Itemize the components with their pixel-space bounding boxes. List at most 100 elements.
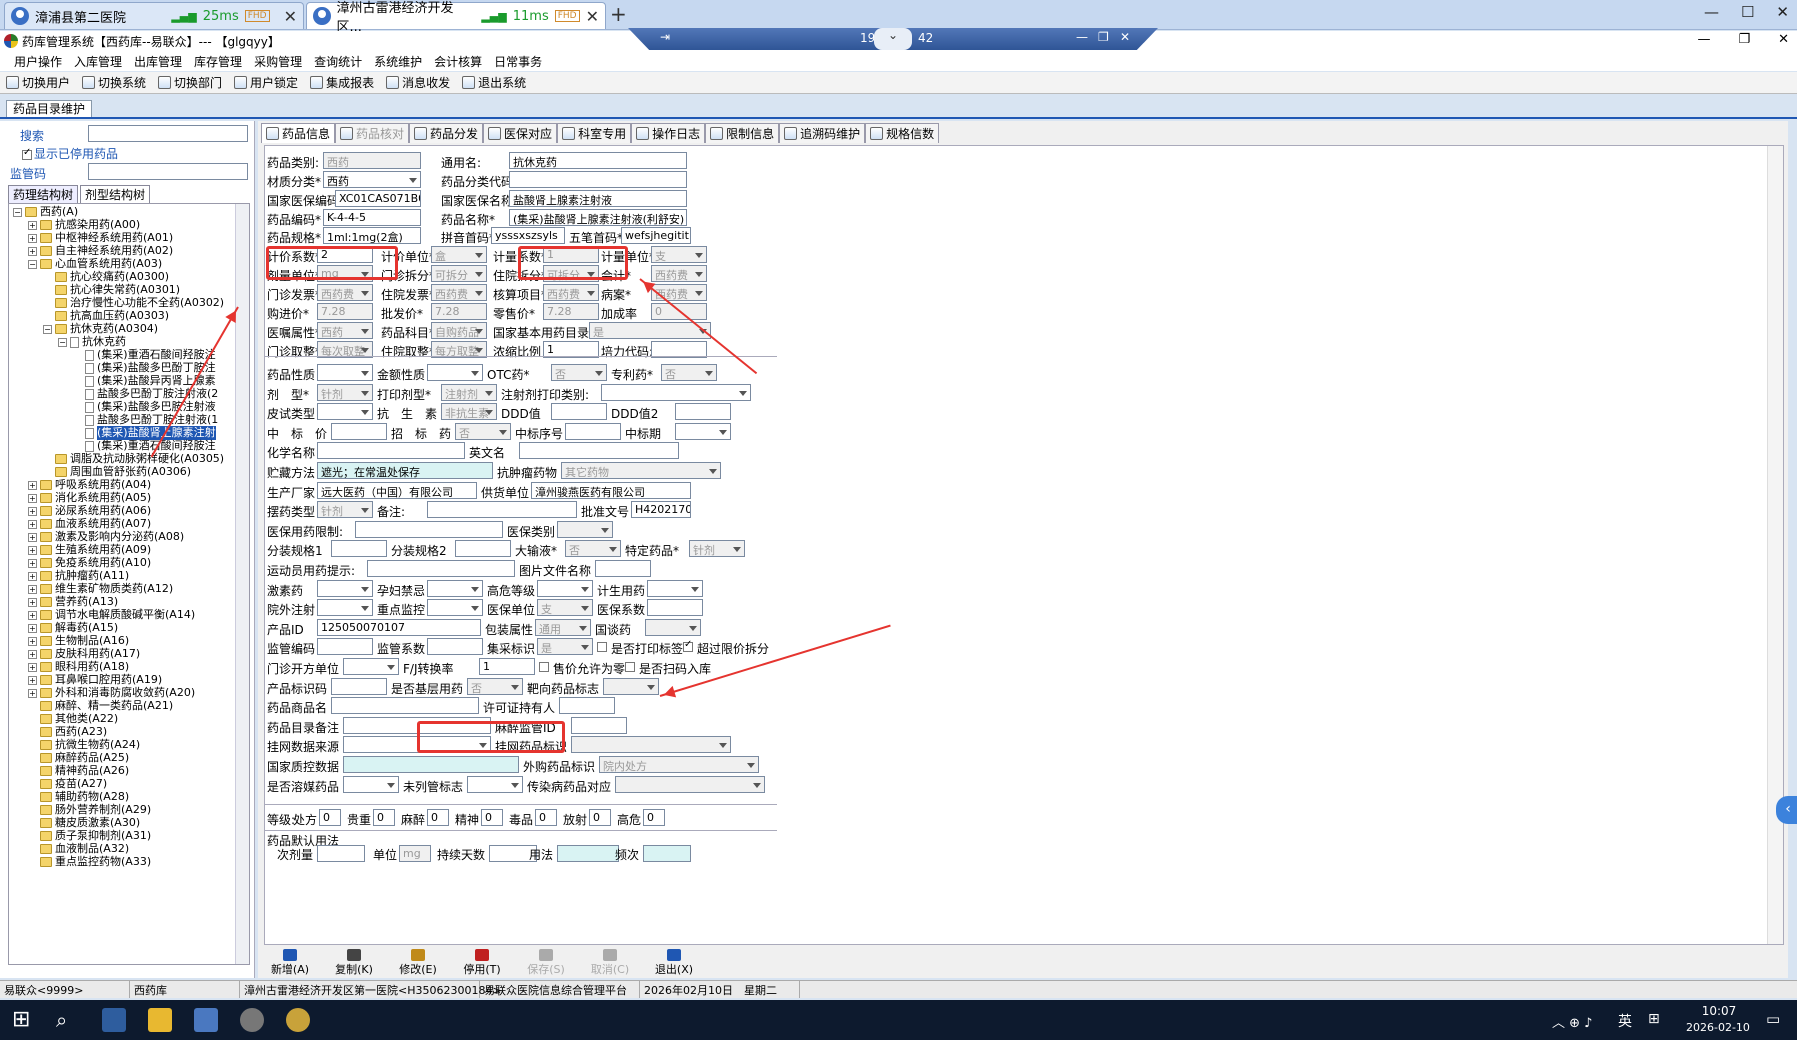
- tree-node[interactable]: (集采)盐酸多巴胺注射液: [73, 400, 216, 414]
- tree-node[interactable]: 治疗慢性心功能不全药(A0302): [43, 296, 224, 310]
- file-explorer-icon[interactable]: [148, 1008, 172, 1032]
- tree-node[interactable]: 其他类(A22): [28, 712, 118, 726]
- field-input[interactable]: mg: [399, 845, 431, 862]
- tree-node[interactable]: + 消化系统用药(A05): [28, 491, 151, 505]
- expand-side-button[interactable]: ‹: [1776, 796, 1797, 824]
- field-input[interactable]: [331, 697, 479, 715]
- field-input[interactable]: 针剂: [317, 501, 373, 519]
- field-input[interactable]: ysssxszsyls: [491, 227, 565, 244]
- tree-node[interactable]: 麻醉、精一类药品(A21): [28, 699, 173, 713]
- field-input[interactable]: 否: [467, 677, 523, 695]
- checkbox[interactable]: [597, 642, 607, 653]
- field-input[interactable]: [557, 520, 613, 538]
- tree-node[interactable]: + 皮肤科用药(A17): [28, 647, 140, 661]
- tree-node[interactable]: + 激素及影响内分泌药(A08): [28, 530, 184, 544]
- field-input[interactable]: [557, 845, 619, 862]
- field-input[interactable]: 1: [479, 658, 535, 675]
- collapse-icon[interactable]: −: [13, 207, 22, 217]
- grade-input[interactable]: 0: [643, 809, 665, 826]
- field-input[interactable]: [427, 364, 483, 381]
- field-input[interactable]: [317, 845, 365, 862]
- restore-icon[interactable]: ❐: [1098, 30, 1109, 44]
- expand-icon[interactable]: +: [28, 220, 37, 230]
- expand-icon[interactable]: +: [28, 506, 37, 516]
- pin-icon[interactable]: ⇥: [660, 30, 670, 44]
- tab-1[interactable]: 药品核对: [335, 123, 410, 143]
- field-input[interactable]: 是: [537, 638, 593, 656]
- minimize-icon[interactable]: —: [1076, 30, 1088, 44]
- expand-icon[interactable]: +: [28, 623, 37, 633]
- expand-icon[interactable]: +: [28, 610, 37, 620]
- tree-node[interactable]: + 中枢神经系统用药(A01): [28, 231, 173, 245]
- menu-item[interactable]: 会计核算: [428, 53, 488, 70]
- menu-item[interactable]: 出库管理: [128, 53, 188, 70]
- tree-node[interactable]: + 自主神经系统用药(A02): [28, 244, 173, 258]
- grade-input[interactable]: 0: [481, 809, 503, 826]
- toolbar-button[interactable]: 切换用户: [6, 74, 70, 91]
- grade-input[interactable]: 0: [535, 809, 557, 826]
- tree-node[interactable]: + 生殖系统用药(A09): [28, 543, 151, 557]
- minimize-icon[interactable]: —: [1697, 32, 1710, 47]
- tree-node[interactable]: (集采)盐酸多巴酚丁胺注: [73, 361, 216, 375]
- tree-node[interactable]: + 营养药(A13): [28, 595, 118, 609]
- field-input[interactable]: 7.28: [317, 303, 373, 320]
- field-input[interactable]: [343, 658, 399, 675]
- field-input[interactable]: 西药费: [543, 284, 599, 301]
- tree-node[interactable]: 麻醉药品(A25): [28, 751, 129, 765]
- field-input[interactable]: [317, 638, 373, 656]
- collapse-icon[interactable]: −: [43, 324, 52, 334]
- field-input[interactable]: 否: [661, 364, 717, 381]
- field-input[interactable]: [427, 501, 577, 519]
- field-input[interactable]: [551, 403, 607, 421]
- field-input[interactable]: XC01CAS071B002C: [335, 190, 421, 207]
- field-input[interactable]: [643, 845, 691, 862]
- tree-node[interactable]: 辅助药物(A28): [28, 790, 129, 804]
- tree-node[interactable]: + 维生素矿物质类药(A12): [28, 582, 173, 596]
- expand-icon[interactable]: +: [28, 558, 37, 568]
- field-input[interactable]: 自购药品: [431, 322, 487, 339]
- field-input[interactable]: [559, 697, 615, 715]
- expand-icon[interactable]: +: [28, 545, 37, 555]
- field-input[interactable]: [427, 579, 483, 597]
- tree-node[interactable]: 抗微生物药(A24): [28, 738, 140, 752]
- field-input[interactable]: 漳州骏燕医药有限公司: [531, 481, 691, 499]
- tree-node[interactable]: 抗心律失常药(A0301): [43, 283, 180, 297]
- search-icon[interactable]: ⌕: [56, 1008, 80, 1032]
- close-icon[interactable]: ✕: [1120, 30, 1130, 44]
- windows-start-icon[interactable]: ⊞: [12, 1008, 36, 1032]
- expand-icon[interactable]: +: [28, 519, 37, 529]
- field-input[interactable]: 其它药物: [561, 462, 721, 479]
- close-icon[interactable]: ✕: [1776, 3, 1789, 21]
- toolbar-button[interactable]: 用户锁定: [234, 74, 298, 91]
- tree-node[interactable]: (集采)重酒石酸间羟胺注: [73, 348, 216, 362]
- tree-node[interactable]: + 耳鼻喉口腔用药(A19): [28, 673, 162, 687]
- toolbar-button[interactable]: 集成报表: [310, 74, 374, 91]
- field-input[interactable]: [355, 520, 503, 538]
- field-input[interactable]: H42021700: [631, 501, 691, 519]
- field-input[interactable]: [565, 422, 621, 440]
- tab-5[interactable]: 操作日志: [631, 123, 706, 143]
- field-input[interactable]: 1ml:1mg(2盒): [323, 227, 421, 244]
- field-input[interactable]: 否: [551, 364, 607, 381]
- field-input[interactable]: 盒: [431, 246, 487, 263]
- show-disabled-checkbox[interactable]: 显示已停用药品: [22, 145, 118, 162]
- menu-item[interactable]: 库存管理: [188, 53, 248, 70]
- field-input[interactable]: 7.28: [431, 303, 487, 320]
- tree-node[interactable]: 周围血管舒张药(A0306): [43, 465, 191, 479]
- field-input[interactable]: [455, 540, 511, 558]
- field-input[interactable]: 支: [651, 246, 707, 263]
- tree-node[interactable]: (集采)盐酸肾上腺素注射: [73, 426, 216, 440]
- action-button-6[interactable]: 退出(X): [648, 947, 700, 977]
- tab-3[interactable]: 医保对应: [483, 123, 558, 143]
- expand-icon[interactable]: +: [28, 662, 37, 672]
- menu-item[interactable]: 采购管理: [248, 53, 308, 70]
- field-input[interactable]: [467, 775, 523, 793]
- tree-node[interactable]: − 抗休克药: [58, 335, 126, 349]
- field-input[interactable]: 125050070107: [317, 618, 481, 636]
- field-input[interactable]: 远大医药（中国）有限公司: [317, 481, 477, 499]
- field-input[interactable]: [675, 403, 731, 421]
- expand-icon[interactable]: +: [28, 584, 37, 594]
- app-icon[interactable]: [240, 1008, 264, 1032]
- action-button-1[interactable]: 复制(K): [328, 947, 380, 977]
- field-input[interactable]: [427, 599, 483, 617]
